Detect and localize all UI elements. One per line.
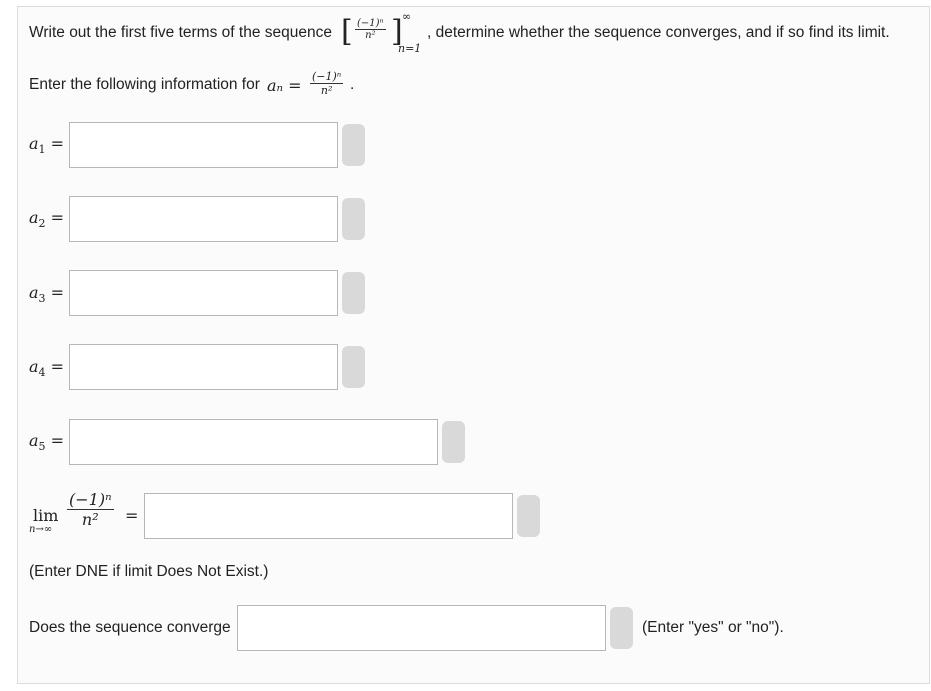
limit-subscript: n→∞ bbox=[29, 524, 53, 535]
limit-expression: lim n→∞ (−1)ⁿ n² = bbox=[29, 490, 144, 540]
intro-suffix-text: , determine whether the sequence converg… bbox=[427, 24, 890, 41]
sequence-denominator: n² bbox=[365, 30, 376, 41]
info-suffix: . bbox=[350, 76, 355, 93]
term-input-a2[interactable] bbox=[69, 196, 338, 242]
answer-status-icon bbox=[342, 124, 365, 166]
answer-status-icon bbox=[342, 198, 365, 240]
term-input-a1[interactable] bbox=[69, 122, 338, 168]
an-denominator: n² bbox=[320, 84, 333, 97]
converge-prompt: Does the sequence converge bbox=[29, 619, 231, 636]
limit-numerator: (−1)ⁿ bbox=[69, 490, 112, 509]
limit-lim: lim bbox=[33, 506, 59, 525]
limit-equals: = bbox=[125, 506, 139, 525]
sequence-expression: [ (−1)ⁿ n² ] ∞ n=1 bbox=[341, 10, 431, 58]
sequence-lower-index: n=1 bbox=[398, 42, 422, 55]
answer-status-icon bbox=[442, 421, 465, 463]
answer-status-icon bbox=[517, 495, 540, 537]
question-intro-suffix: , determine whether the sequence converg… bbox=[427, 24, 890, 42]
term-label-a1: a1 = bbox=[29, 134, 65, 157]
limit-input[interactable] bbox=[144, 493, 513, 539]
term-label-a4: a4 = bbox=[29, 357, 65, 380]
info-prompt: Enter the following information for bbox=[29, 76, 260, 94]
limit-hint: (Enter DNE if limit Does Not Exist.) bbox=[29, 563, 269, 580]
term-label-a2: a2 = bbox=[29, 208, 65, 231]
left-bracket: [ bbox=[341, 14, 353, 49]
answer-status-icon bbox=[342, 272, 365, 314]
sequence-upper-index: ∞ bbox=[402, 10, 412, 23]
an-fraction: (−1)ⁿ n² bbox=[310, 70, 344, 97]
limit-denominator: n² bbox=[81, 510, 99, 529]
converge-input[interactable] bbox=[237, 605, 606, 651]
term-input-a4[interactable] bbox=[69, 344, 338, 390]
question-intro-prefix: Write out the first five terms of the se… bbox=[29, 24, 332, 42]
term-input-a3[interactable] bbox=[69, 270, 338, 316]
info-prefix-text: Enter the following information for bbox=[29, 76, 260, 93]
an-label: aₙ = bbox=[267, 76, 302, 95]
converge-hint: (Enter "yes" or "no"). bbox=[642, 619, 784, 636]
answer-status-icon bbox=[610, 607, 633, 649]
term-label-a5: a5 = bbox=[29, 431, 65, 454]
limit-fraction: (−1)ⁿ n² bbox=[67, 490, 114, 529]
an-numerator: (−1)ⁿ bbox=[312, 70, 342, 83]
term-input-a5[interactable] bbox=[69, 419, 438, 465]
answer-status-icon bbox=[342, 346, 365, 388]
sequence-fraction: (−1)ⁿ n² bbox=[355, 18, 386, 41]
sequence-numerator: (−1)ⁿ bbox=[357, 18, 384, 29]
intro-prefix-text: Write out the first five terms of the se… bbox=[29, 24, 332, 41]
term-label-a3: a3 = bbox=[29, 283, 65, 306]
